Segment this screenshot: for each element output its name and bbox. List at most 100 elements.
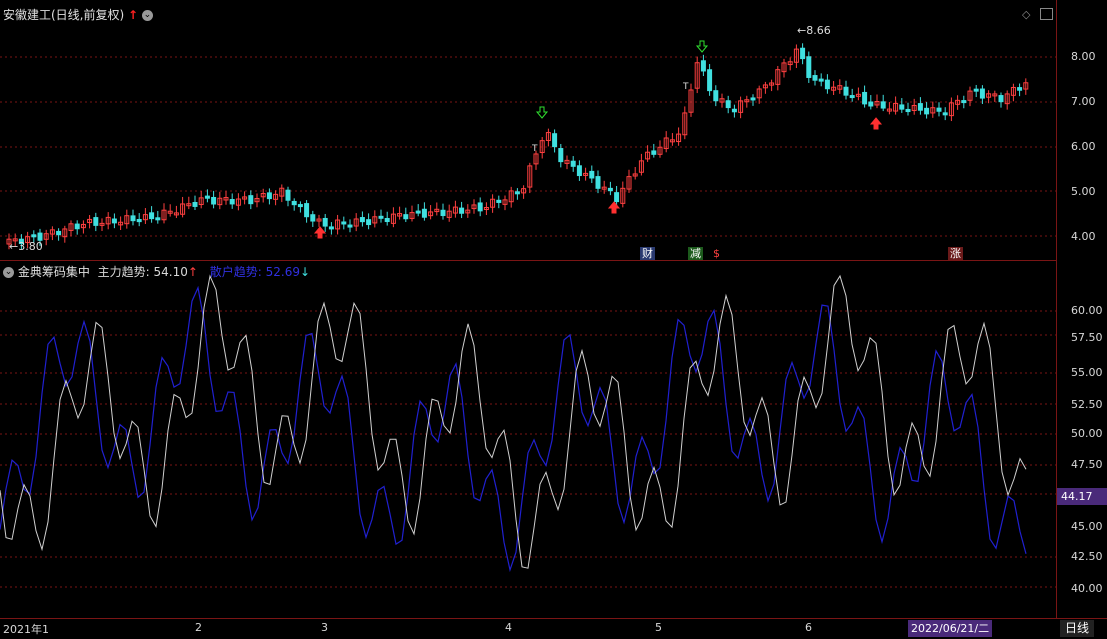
candle-body — [266, 192, 272, 200]
event-tag-jian[interactable]: 减 — [688, 247, 703, 260]
current-value-badge: 44.17 — [1057, 488, 1107, 505]
kline-chart[interactable] — [0, 0, 1056, 260]
candle-body — [155, 217, 161, 221]
candle-body — [731, 108, 737, 113]
candle-body — [111, 218, 117, 224]
candle-body — [806, 56, 812, 78]
candle-body — [998, 95, 1004, 103]
candle-body — [924, 107, 930, 115]
event-tag-cai[interactable]: 财 — [640, 247, 655, 260]
indicator-tick: 40.00 — [1071, 582, 1103, 595]
event-tag-zhang[interactable]: 涨 — [948, 247, 963, 260]
candle-body — [93, 217, 99, 226]
indicator-title-bar: ⌄ 金典筹码集中 主力趋势: 54.10↑ 散户趋势: 52.69↓ — [3, 263, 310, 280]
candle-body — [1017, 87, 1023, 91]
candle-body — [440, 209, 446, 217]
diamond-icon[interactable]: ◇ — [1022, 8, 1030, 21]
candle-body — [750, 97, 756, 101]
retail-trend-label: 散户趋势: 52.69 — [209, 265, 300, 279]
candle-body — [589, 170, 595, 179]
candle-body — [322, 217, 328, 227]
time-tick: 4 — [505, 621, 512, 634]
candle-body — [328, 226, 334, 230]
candle-body — [936, 107, 942, 112]
indicator-tick: 45.00 — [1071, 520, 1103, 533]
chevron-down-icon[interactable]: ⌄ — [3, 267, 14, 278]
t-marker-2: T — [683, 82, 689, 92]
candle-body — [130, 215, 136, 222]
candle-body — [248, 195, 254, 205]
indicator-tick: 42.50 — [1071, 550, 1103, 563]
indicator-chart[interactable] — [0, 261, 1056, 618]
candle-body — [415, 210, 421, 214]
price-tick: 4.00 — [1071, 230, 1096, 243]
time-axis: 2021年1 2 3 4 5 6 2022/06/21/二 日线 — [0, 618, 1107, 639]
candle-body — [614, 192, 620, 203]
sell-arrow-icon — [695, 40, 709, 53]
candle-body — [359, 217, 365, 223]
chevron-down-icon[interactable]: ⌄ — [141, 10, 153, 21]
price-tick: 6.00 — [1071, 140, 1096, 153]
candle-body — [868, 101, 874, 107]
time-tick: 3 — [321, 621, 328, 634]
candle-body — [595, 176, 601, 189]
candle-body — [651, 150, 657, 155]
candle-body — [211, 196, 217, 205]
candle-body — [570, 160, 576, 167]
kline-panel[interactable]: 安徽建工(日线,前复权) ↑ ⌄ ◇ ←3.80 ←8.66 财 减 $ 涨 T… — [0, 0, 1056, 260]
candle-body — [849, 95, 855, 99]
candle-body — [459, 207, 465, 214]
candle-body — [74, 223, 80, 230]
candle-body — [973, 88, 979, 92]
candle-body — [713, 90, 719, 102]
candle-body — [707, 69, 713, 92]
candle-body — [725, 100, 731, 109]
candle-body — [942, 112, 948, 116]
low-arrow-icon: ← — [9, 240, 19, 253]
indicator-tick: 57.50 — [1071, 331, 1103, 344]
indicator-tick: 55.00 — [1071, 366, 1103, 379]
candle-body — [496, 199, 502, 203]
candle-body — [905, 108, 911, 113]
indicator-panel[interactable]: ⌄ 金典筹码集中 主力趋势: 54.10↑ 散户趋势: 52.69↓ — [0, 261, 1056, 618]
retail-trend-line — [0, 285, 1027, 573]
candle-body — [818, 78, 824, 82]
high-arrow-icon: ← — [797, 24, 807, 37]
price-tick: 8.00 — [1071, 50, 1096, 63]
candle-body — [700, 60, 706, 72]
candle-body — [149, 212, 155, 220]
candle-body — [421, 208, 427, 218]
candle-body — [56, 230, 62, 236]
buy-arrow-icon — [607, 201, 621, 214]
candle-body — [880, 101, 886, 109]
event-tag-dollar[interactable]: $ — [711, 247, 722, 260]
candle-body — [576, 165, 582, 177]
up-arrow-icon: ↑ — [128, 8, 139, 22]
candle-body — [366, 219, 372, 226]
candle-body — [862, 91, 868, 105]
indicator-tick: 47.50 — [1071, 458, 1103, 471]
time-tick: 2 — [195, 621, 202, 634]
main-trend-arrow-icon: ↑ — [187, 265, 198, 279]
indicator-tick: 60.00 — [1071, 304, 1103, 317]
candle-body — [979, 88, 985, 99]
candle-body — [477, 202, 483, 212]
time-tick: 2021年1 — [3, 623, 49, 636]
candle-body — [310, 214, 316, 222]
indicator-tick: 52.50 — [1071, 398, 1103, 411]
price-tick: 7.00 — [1071, 95, 1096, 108]
candle-body — [961, 100, 967, 104]
candle-body — [800, 47, 806, 60]
price-tick: 5.00 — [1071, 185, 1096, 198]
window-toggle-icon[interactable] — [1040, 8, 1053, 20]
candle-body — [607, 187, 613, 192]
candle-body — [285, 189, 291, 201]
period-button[interactable]: 日线 — [1060, 620, 1095, 637]
candle-body — [192, 202, 198, 207]
value-axis: 8.00 7.00 6.00 5.00 4.00 60.00 57.50 55.… — [1056, 0, 1107, 618]
buy-arrow-icon — [869, 117, 883, 130]
candle-body — [824, 79, 830, 90]
candle-body — [378, 215, 384, 219]
indicator-name: 金典筹码集中 — [17, 265, 90, 279]
candle-body — [899, 104, 905, 110]
